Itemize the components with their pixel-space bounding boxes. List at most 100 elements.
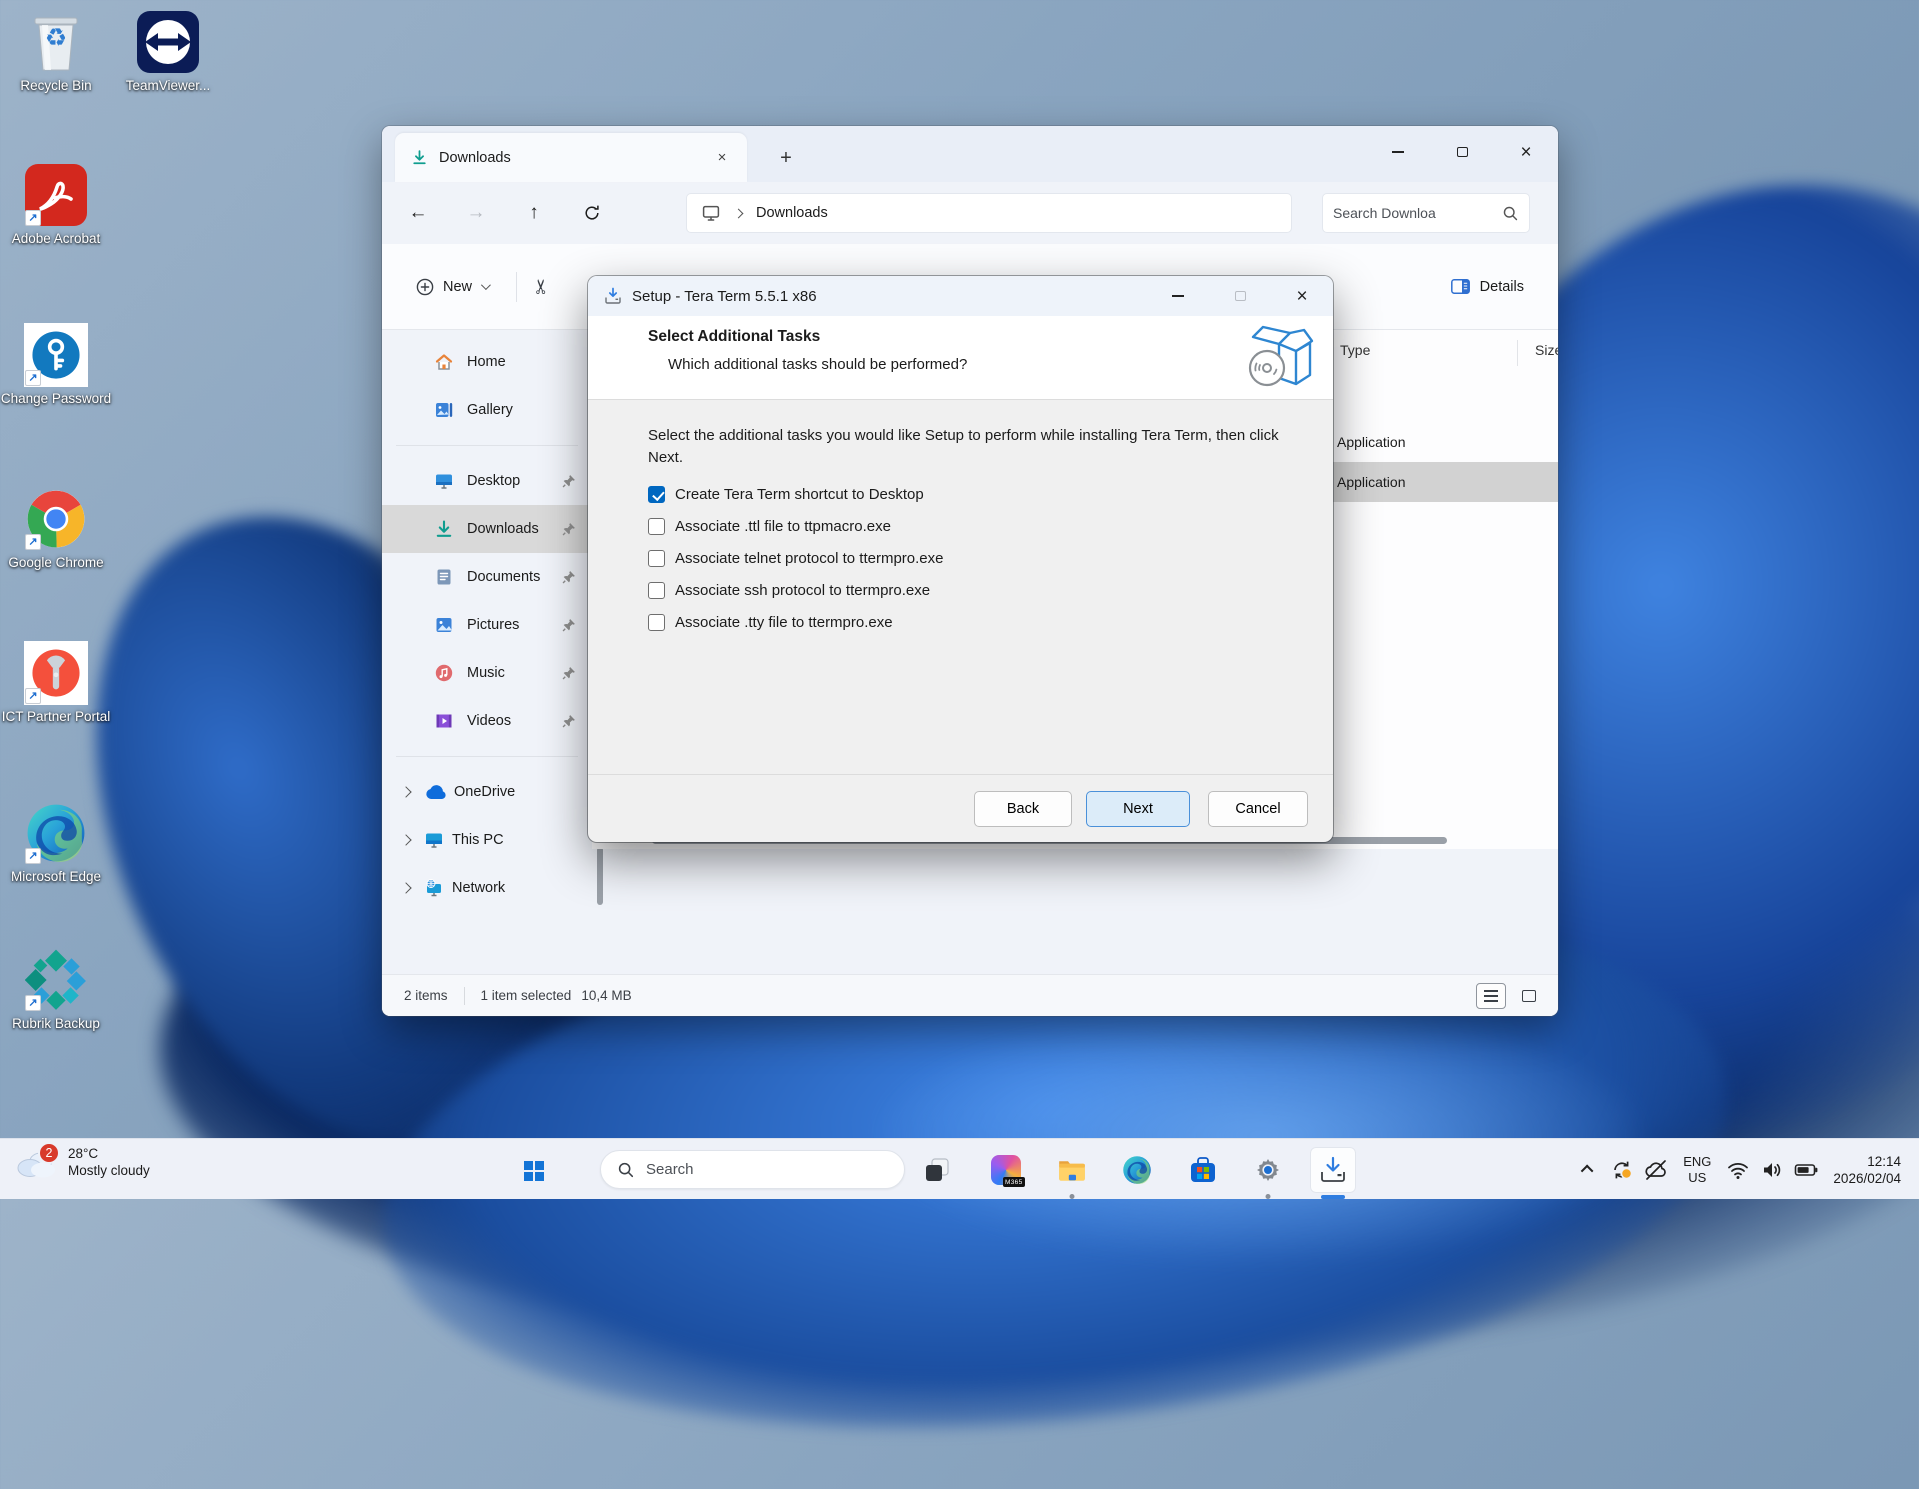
sidebar-item-music[interactable]: Music [382, 649, 592, 697]
status-divider [463, 986, 465, 1005]
sidebar-item-gallery[interactable]: Gallery [382, 386, 592, 434]
address-bar: ← → ↑ Downloads Search Downloa [382, 182, 1558, 244]
pin-icon [562, 714, 576, 728]
next-button[interactable]: Next [1086, 791, 1190, 827]
checkbox[interactable] [648, 581, 665, 599]
desktop-icon-adobe-acrobat[interactable]: ↗ Adobe Acrobat [0, 163, 112, 248]
battery-icon[interactable] [1789, 1150, 1823, 1190]
taskbar-search[interactable]: Search [600, 1150, 905, 1189]
window-maximize-button[interactable] [1430, 126, 1494, 178]
chevron-expand-icon[interactable] [400, 882, 412, 894]
sidebar-item-label: Downloads [467, 521, 539, 537]
sidebar-item-documents[interactable]: Documents [382, 553, 592, 601]
cancel-button[interactable]: Cancel [1208, 791, 1308, 827]
sidebar-item-label: This PC [452, 832, 504, 848]
dialog-maximize-button[interactable] [1209, 276, 1271, 316]
sidebar-item-onedrive[interactable]: OneDrive [382, 768, 592, 816]
checkbox[interactable] [648, 485, 665, 503]
weather-temperature: 28°C [68, 1146, 99, 1161]
refresh-icon[interactable] [570, 195, 614, 231]
checkbox[interactable] [648, 613, 665, 631]
task-associate-tty[interactable]: Associate .tty file to ttermpro.exe [648, 613, 943, 631]
sidebar-item-desktop[interactable]: Desktop [382, 457, 592, 505]
settings-button[interactable] [1245, 1147, 1291, 1199]
sidebar-item-home[interactable]: Home [382, 338, 592, 386]
search-input[interactable]: Search Downloa [1322, 193, 1530, 233]
window-close-button[interactable]: × [1494, 126, 1558, 178]
new-tab-button[interactable]: + [770, 142, 802, 174]
column-header-type[interactable]: Type [1340, 342, 1370, 358]
sidebar-item-network[interactable]: Network [382, 864, 592, 912]
desktop-icon-rubrik-backup[interactable]: ↗ Rubrik Backup [0, 948, 112, 1033]
gallery-icon [436, 403, 453, 417]
pin-icon [562, 618, 576, 632]
selection-count: 1 item selected [480, 988, 572, 1003]
cloud-offline-icon[interactable] [1639, 1150, 1673, 1190]
tray-chevron-up-icon[interactable] [1571, 1150, 1605, 1190]
microsoft-store-button[interactable] [1180, 1147, 1226, 1193]
clock[interactable]: 12:14 2026/02/04 [1833, 1153, 1901, 1187]
copilot-m365-button[interactable]: M365 [983, 1147, 1029, 1193]
checkbox[interactable] [648, 549, 665, 567]
sync-status-icon[interactable] [1605, 1150, 1639, 1190]
column-divider[interactable] [1517, 340, 1518, 366]
selection-size: 10,4 MB [581, 988, 632, 1003]
task-view-button[interactable] [914, 1147, 960, 1193]
large-icons-view-button[interactable] [1514, 983, 1544, 1009]
new-button[interactable]: New [404, 270, 500, 304]
downloads-tab-icon [411, 149, 428, 166]
window-minimize-button[interactable] [1366, 126, 1430, 178]
details-pane-button[interactable]: Details [1450, 279, 1524, 295]
setup-installer-button[interactable] [1310, 1147, 1356, 1199]
language-indicator[interactable]: ENG US [1683, 1154, 1711, 1186]
desktop-icon-change-password[interactable]: ↗ Change Password [0, 323, 112, 408]
start-button[interactable] [514, 1151, 554, 1191]
sidebar-item-pictures[interactable]: Pictures [382, 601, 592, 649]
desktop-icon-label: Change Password [0, 391, 112, 406]
weather-widget[interactable]: 2 28°C Mostly cloudy [16, 1142, 150, 1179]
desktop-icon-microsoft-edge[interactable]: ↗ Microsoft Edge [0, 801, 112, 886]
desktop-icon-teamviewer[interactable]: TeamViewer... [112, 10, 224, 95]
back-icon[interactable]: ← [396, 195, 440, 231]
home-icon [435, 354, 453, 370]
sidebar-item-videos[interactable]: Videos [382, 697, 592, 745]
scrollbar-thumb-vertical[interactable] [597, 847, 603, 905]
music-icon [435, 664, 453, 682]
shortcut-arrow-badge: ↗ [25, 848, 41, 864]
details-view-button[interactable] [1476, 982, 1506, 1009]
desktop-icon-recycle-bin[interactable]: ♻ Recycle Bin [0, 10, 112, 95]
back-button[interactable]: Back [974, 791, 1072, 827]
dialog-close-button[interactable]: × [1271, 276, 1333, 316]
search-placeholder: Search [646, 1161, 694, 1178]
dialog-title-bar[interactable]: Setup - Tera Term 5.5.1 x86 × [588, 276, 1333, 316]
column-header-size[interactable]: Size [1535, 342, 1558, 358]
documents-icon [437, 569, 451, 585]
sidebar-item-downloads[interactable]: Downloads [382, 505, 592, 553]
file-explorer-button[interactable] [1049, 1147, 1095, 1199]
dialog-minimize-button[interactable] [1147, 276, 1209, 316]
desktop-icon-google-chrome[interactable]: ↗ Google Chrome [0, 487, 112, 572]
wifi-icon[interactable] [1721, 1150, 1755, 1190]
chevron-expand-icon[interactable] [400, 834, 412, 846]
pictures-icon [436, 618, 452, 632]
dialog-header: Select Additional Tasks Which additional… [588, 316, 1333, 400]
checkbox[interactable] [648, 517, 665, 535]
cut-icon[interactable]: ✂ [529, 278, 554, 295]
breadcrumb[interactable]: Downloads [686, 193, 1292, 233]
up-icon[interactable]: ↑ [512, 195, 556, 231]
task-create-desktop-shortcut[interactable]: Create Tera Term shortcut to Desktop [648, 485, 943, 503]
volume-icon[interactable] [1755, 1150, 1789, 1190]
task-associate-ssh[interactable]: Associate ssh protocol to ttermpro.exe [648, 581, 943, 599]
task-associate-telnet[interactable]: Associate telnet protocol to ttermpro.ex… [648, 549, 943, 567]
tab-downloads[interactable]: Downloads × [395, 133, 747, 182]
chevron-expand-icon[interactable] [400, 786, 412, 798]
shortcut-arrow-badge: ↗ [25, 688, 41, 704]
installer-icon [1321, 1156, 1345, 1182]
tab-close-icon[interactable]: × [709, 145, 735, 171]
m365-badge: M365 [1002, 1177, 1025, 1187]
task-associate-ttl[interactable]: Associate .ttl file to ttpmacro.exe [648, 517, 943, 535]
sidebar-item-this-pc[interactable]: This PC [382, 816, 592, 864]
desktop-icon-ict-partner-portal[interactable]: ↗ ICT Partner Portal [0, 641, 112, 726]
edge-button[interactable] [1114, 1147, 1160, 1193]
forward-icon[interactable]: → [454, 195, 498, 231]
